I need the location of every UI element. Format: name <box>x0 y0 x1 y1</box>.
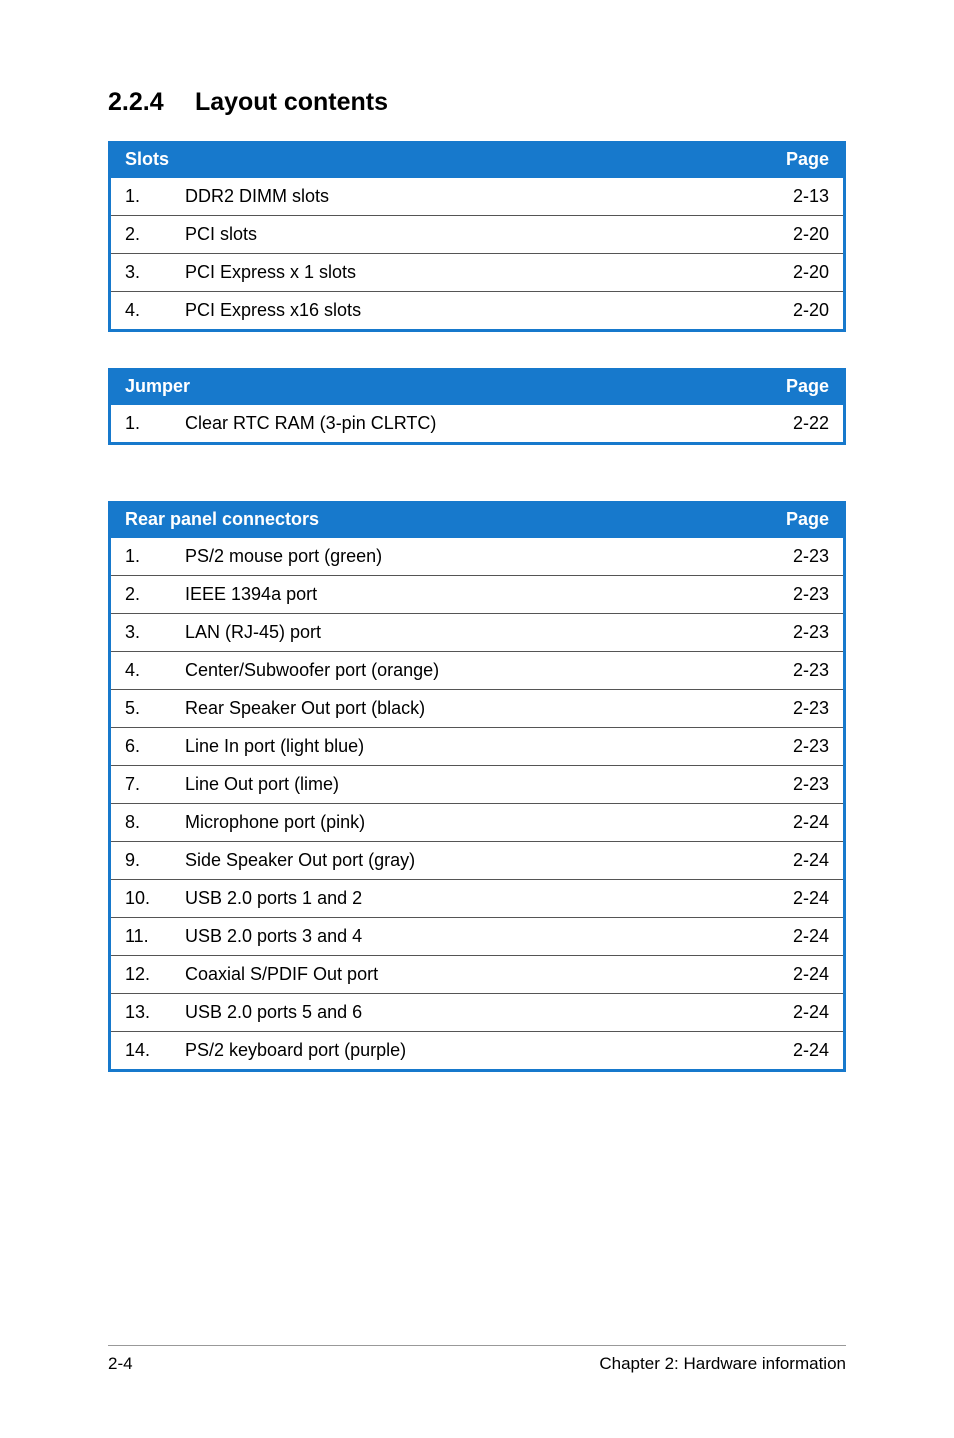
section-title: Layout contents <box>195 88 388 116</box>
row-description: Rear Speaker Out port (black) <box>171 690 763 728</box>
row-number: 3. <box>111 254 171 292</box>
section-number: 2.2.4 <box>108 88 188 117</box>
row-page: 2-24 <box>763 956 843 994</box>
row-number: 4. <box>111 652 171 690</box>
row-description: LAN (RJ-45) port <box>171 614 763 652</box>
row-description: Line Out port (lime) <box>171 766 763 804</box>
table-row: 1.PS/2 mouse port (green)2-23 <box>111 538 843 576</box>
row-number: 10. <box>111 880 171 918</box>
row-number: 9. <box>111 842 171 880</box>
row-number: 6. <box>111 728 171 766</box>
table-row: 8.Microphone port (pink)2-24 <box>111 804 843 842</box>
row-description: PS/2 keyboard port (purple) <box>171 1032 763 1071</box>
table-row: 2.PCI slots2-20 <box>111 216 843 254</box>
table-row: 7.Line Out port (lime)2-23 <box>111 766 843 804</box>
row-description: Coaxial S/PDIF Out port <box>171 956 763 994</box>
row-page: 2-23 <box>763 652 843 690</box>
row-page: 2-23 <box>763 690 843 728</box>
connectors-header-page: Page <box>763 501 843 538</box>
row-page: 2-24 <box>763 804 843 842</box>
row-description: Side Speaker Out port (gray) <box>171 842 763 880</box>
slots-header-title: Slots <box>111 141 763 178</box>
row-number: 1. <box>111 178 171 216</box>
row-page: 2-24 <box>763 994 843 1032</box>
row-page: 2-20 <box>763 292 843 331</box>
row-number: 11. <box>111 918 171 956</box>
row-description: IEEE 1394a port <box>171 576 763 614</box>
row-page: 2-24 <box>763 1032 843 1071</box>
row-description: PS/2 mouse port (green) <box>171 538 763 576</box>
table-row: 4.PCI Express x16 slots2-20 <box>111 292 843 331</box>
table-row: 1.Clear RTC RAM (3-pin CLRTC)2-22 <box>111 405 843 444</box>
table-row: 12.Coaxial S/PDIF Out port2-24 <box>111 956 843 994</box>
jumper-header-page: Page <box>763 368 843 405</box>
slots-body: 1.DDR2 DIMM slots2-132.PCI slots2-203.PC… <box>111 178 843 331</box>
table-row: 14.PS/2 keyboard port (purple)2-24 <box>111 1032 843 1071</box>
row-number: 5. <box>111 690 171 728</box>
table-row: 1.DDR2 DIMM slots2-13 <box>111 178 843 216</box>
table-row: 13.USB 2.0 ports 5 and 62-24 <box>111 994 843 1032</box>
row-number: 14. <box>111 1032 171 1071</box>
table-row: 4.Center/Subwoofer port (orange)2-23 <box>111 652 843 690</box>
row-page: 2-24 <box>763 880 843 918</box>
row-page: 2-20 <box>763 254 843 292</box>
row-number: 13. <box>111 994 171 1032</box>
section-heading: 2.2.4 Layout contents <box>108 88 846 117</box>
page-footer: 2-4 Chapter 2: Hardware information <box>108 1345 846 1374</box>
table-row: 6.Line In port (light blue)2-23 <box>111 728 843 766</box>
row-page: 2-23 <box>763 766 843 804</box>
row-page: 2-23 <box>763 538 843 576</box>
slots-header-page: Page <box>763 141 843 178</box>
footer-page-number: 2-4 <box>108 1354 133 1374</box>
table-row: 5.Rear Speaker Out port (black)2-23 <box>111 690 843 728</box>
connectors-header-title: Rear panel connectors <box>111 501 763 538</box>
row-page: 2-23 <box>763 728 843 766</box>
row-description: PCI slots <box>171 216 763 254</box>
row-number: 2. <box>111 576 171 614</box>
row-number: 8. <box>111 804 171 842</box>
footer-chapter: Chapter 2: Hardware information <box>599 1354 846 1374</box>
table-row: 3.PCI Express x 1 slots2-20 <box>111 254 843 292</box>
table-row: 9.Side Speaker Out port (gray)2-24 <box>111 842 843 880</box>
row-page: 2-22 <box>763 405 843 444</box>
row-page: 2-23 <box>763 614 843 652</box>
row-description: USB 2.0 ports 3 and 4 <box>171 918 763 956</box>
row-number: 4. <box>111 292 171 331</box>
row-page: 2-23 <box>763 576 843 614</box>
table-row: 3.LAN (RJ-45) port2-23 <box>111 614 843 652</box>
slots-table: Slots Page 1.DDR2 DIMM slots2-132.PCI sl… <box>108 141 846 332</box>
row-description: DDR2 DIMM slots <box>171 178 763 216</box>
jumper-body: 1.Clear RTC RAM (3-pin CLRTC)2-22 <box>111 405 843 444</box>
row-description: Center/Subwoofer port (orange) <box>171 652 763 690</box>
row-number: 3. <box>111 614 171 652</box>
row-number: 1. <box>111 405 171 444</box>
row-page: 2-24 <box>763 918 843 956</box>
connectors-body: 1.PS/2 mouse port (green)2-232.IEEE 1394… <box>111 538 843 1071</box>
row-description: USB 2.0 ports 1 and 2 <box>171 880 763 918</box>
row-description: USB 2.0 ports 5 and 6 <box>171 994 763 1032</box>
row-page: 2-24 <box>763 842 843 880</box>
row-page: 2-20 <box>763 216 843 254</box>
row-description: Clear RTC RAM (3-pin CLRTC) <box>171 405 763 444</box>
row-number: 2. <box>111 216 171 254</box>
row-description: PCI Express x 1 slots <box>171 254 763 292</box>
row-description: Line In port (light blue) <box>171 728 763 766</box>
row-number: 12. <box>111 956 171 994</box>
table-row: 11.USB 2.0 ports 3 and 42-24 <box>111 918 843 956</box>
row-description: Microphone port (pink) <box>171 804 763 842</box>
row-description: PCI Express x16 slots <box>171 292 763 331</box>
row-number: 1. <box>111 538 171 576</box>
table-row: 10.USB 2.0 ports 1 and 22-24 <box>111 880 843 918</box>
table-row: 2.IEEE 1394a port2-23 <box>111 576 843 614</box>
row-page: 2-13 <box>763 178 843 216</box>
jumper-header-title: Jumper <box>111 368 763 405</box>
jumper-table: Jumper Page 1.Clear RTC RAM (3-pin CLRTC… <box>108 368 846 445</box>
connectors-table: Rear panel connectors Page 1.PS/2 mouse … <box>108 501 846 1072</box>
row-number: 7. <box>111 766 171 804</box>
